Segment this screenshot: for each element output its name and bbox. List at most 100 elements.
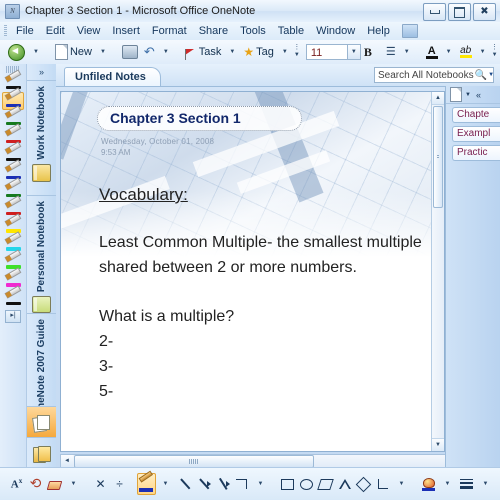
font-size-dropdown[interactable]: ▼ — [347, 44, 361, 60]
page-tab-practice[interactable]: Practic — [452, 145, 500, 161]
parallelogram-icon — [317, 478, 334, 490]
undo-button[interactable]: ↶ — [141, 42, 158, 63]
toolbar-overflow-1[interactable]: ⋮ ▼ — [293, 44, 301, 58]
menu-grip[interactable] — [4, 25, 7, 37]
fill-color-tool[interactable] — [419, 473, 438, 495]
menu-window[interactable]: Window — [310, 24, 361, 38]
chevron-down-icon[interactable]: ▼ — [465, 92, 471, 98]
search-input[interactable]: Search All Notebooks — [375, 70, 474, 81]
lasso-select-tool[interactable]: ⟲ — [26, 473, 45, 495]
fill-color-dropdown[interactable]: ▼ — [438, 473, 457, 495]
font-size-input[interactable]: 11 — [305, 44, 348, 60]
search-icon[interactable]: 🔍 — [474, 70, 488, 81]
arrow-tool[interactable] — [194, 473, 213, 495]
task-dropdown[interactable]: ▼ — [224, 42, 240, 63]
undo-dropdown[interactable]: ▼ — [158, 42, 174, 63]
shapes-dropdown[interactable]: ▼ — [392, 473, 411, 495]
tag-dropdown[interactable]: ▼ — [277, 42, 293, 63]
menu-view[interactable]: View — [71, 24, 107, 38]
minimize-button[interactable] — [423, 3, 446, 21]
print-preview-button[interactable] — [119, 42, 141, 63]
notebook-work[interactable]: Work Notebook — [27, 81, 56, 196]
divide-tool[interactable]: ÷ — [110, 473, 129, 495]
scroll-up-arrow[interactable]: ▲ — [432, 92, 444, 105]
menu-share[interactable]: Share — [193, 24, 234, 38]
line-tool[interactable] — [175, 473, 194, 495]
pen-list — [0, 69, 26, 308]
font-color-dropdown[interactable]: ▼ — [441, 42, 457, 63]
notebook-collapse-button[interactable]: » — [27, 64, 56, 81]
connector-tool[interactable] — [373, 473, 392, 495]
page-title-container[interactable]: Chapter 3 Section 1 — [97, 106, 302, 131]
menu-file[interactable]: File — [10, 24, 40, 38]
new-page-icon[interactable] — [450, 87, 462, 102]
page-tab-chapter[interactable]: Chapte — [452, 107, 500, 123]
vertical-scroll-thumb[interactable] — [433, 106, 443, 208]
maximize-button[interactable] — [448, 3, 471, 21]
line-dropdown[interactable]: ▼ — [251, 473, 270, 495]
toolbar-overflow-2[interactable]: ⋮ ▼ — [491, 44, 499, 58]
menu-bar: File Edit View Insert Format Share Tools… — [0, 22, 500, 41]
highlight-button[interactable]: ab — [457, 42, 475, 63]
open-notebook-button[interactable] — [27, 437, 56, 468]
page-body[interactable]: Vocabulary: Least Common Multiple- the s… — [99, 185, 424, 405]
oval-tool[interactable] — [297, 473, 316, 495]
new-label: New — [69, 46, 92, 58]
page-horizontal-scrollbar[interactable]: ◄ ► — [60, 454, 482, 468]
delete-tool[interactable]: ✕ — [91, 473, 110, 495]
menu-edit[interactable]: Edit — [40, 24, 71, 38]
menu-table[interactable]: Table — [272, 24, 310, 38]
search-dropdown-icon[interactable]: ▼ — [488, 72, 497, 78]
back-dropdown[interactable]: ▼ — [28, 42, 44, 63]
bold-button[interactable]: B — [361, 42, 375, 63]
back-button[interactable] — [5, 42, 28, 63]
all-pages-button[interactable] — [27, 406, 56, 437]
line-thickness-dropdown[interactable]: ▼ — [476, 473, 495, 495]
close-icon: ✕ — [95, 477, 106, 491]
double-arrow-tool[interactable] — [213, 473, 232, 495]
horizontal-scroll-thumb[interactable] — [74, 454, 314, 468]
note-page[interactable]: Chapter 3 Section 1 Wednesday, October 0… — [60, 91, 445, 452]
elbow-connector-tool[interactable] — [232, 473, 251, 495]
menu-tools[interactable]: Tools — [234, 24, 272, 38]
list-item: 2- — [99, 332, 114, 350]
page-tab-examples[interactable]: Exampl — [452, 126, 500, 142]
scroll-left-arrow[interactable]: ◄ — [61, 455, 73, 467]
scroll-down-arrow[interactable]: ▼ — [432, 438, 444, 451]
bullets-button[interactable]: ☰ — [383, 42, 399, 63]
line-thickness-tool[interactable] — [457, 473, 476, 495]
eraser-dropdown[interactable]: ▼ — [64, 473, 83, 495]
collapse-icon[interactable]: « — [476, 90, 481, 100]
paint-bucket-icon — [422, 477, 435, 491]
close-button[interactable]: ✖ — [473, 3, 496, 21]
parallelogram-tool[interactable] — [316, 473, 335, 495]
triangle-tool[interactable] — [335, 473, 354, 495]
bullets-dropdown[interactable]: ▼ — [399, 42, 415, 63]
new-dropdown[interactable]: ▼ — [95, 42, 111, 63]
insert-space-tool[interactable]: Ax — [7, 473, 26, 495]
diamond-tool[interactable] — [354, 473, 373, 495]
page-title: Chapter 3 Section 1 — [110, 110, 241, 126]
section-tab-unfiled-notes[interactable]: Unfiled Notes — [64, 67, 161, 87]
pen-black-last[interactable] — [2, 285, 24, 308]
notebook-personal[interactable]: Personal Notebook — [27, 196, 56, 314]
page-vertical-scrollbar[interactable]: ▲ ▼ — [431, 92, 444, 451]
oval-icon — [300, 478, 313, 490]
font-color-button[interactable]: A — [423, 42, 441, 63]
onenote-badge-icon[interactable] — [401, 24, 418, 38]
pen-tool[interactable] — [137, 470, 156, 495]
highlight-dropdown[interactable]: ▼ — [475, 42, 491, 63]
task-button[interactable]: Task — [182, 42, 225, 63]
new-page-button[interactable]: New — [52, 42, 95, 63]
menu-insert[interactable]: Insert — [106, 24, 146, 38]
tag-button[interactable]: ★ Tag — [240, 42, 277, 63]
pen-tool-dropdown[interactable]: ▼ — [156, 473, 175, 495]
notebook-spine: » Work Notebook Personal Notebook OneNot… — [27, 64, 57, 468]
menu-format[interactable]: Format — [146, 24, 193, 38]
search-box[interactable]: Search All Notebooks 🔍 ▼ — [374, 67, 494, 83]
eraser-tool[interactable] — [45, 473, 64, 495]
pen-rail-collapse-button[interactable]: ▸| — [5, 310, 21, 323]
question-block: What is a multiple? 2- 3- 5- — [99, 305, 424, 404]
rectangle-tool[interactable] — [278, 473, 297, 495]
menu-help[interactable]: Help — [361, 24, 396, 38]
